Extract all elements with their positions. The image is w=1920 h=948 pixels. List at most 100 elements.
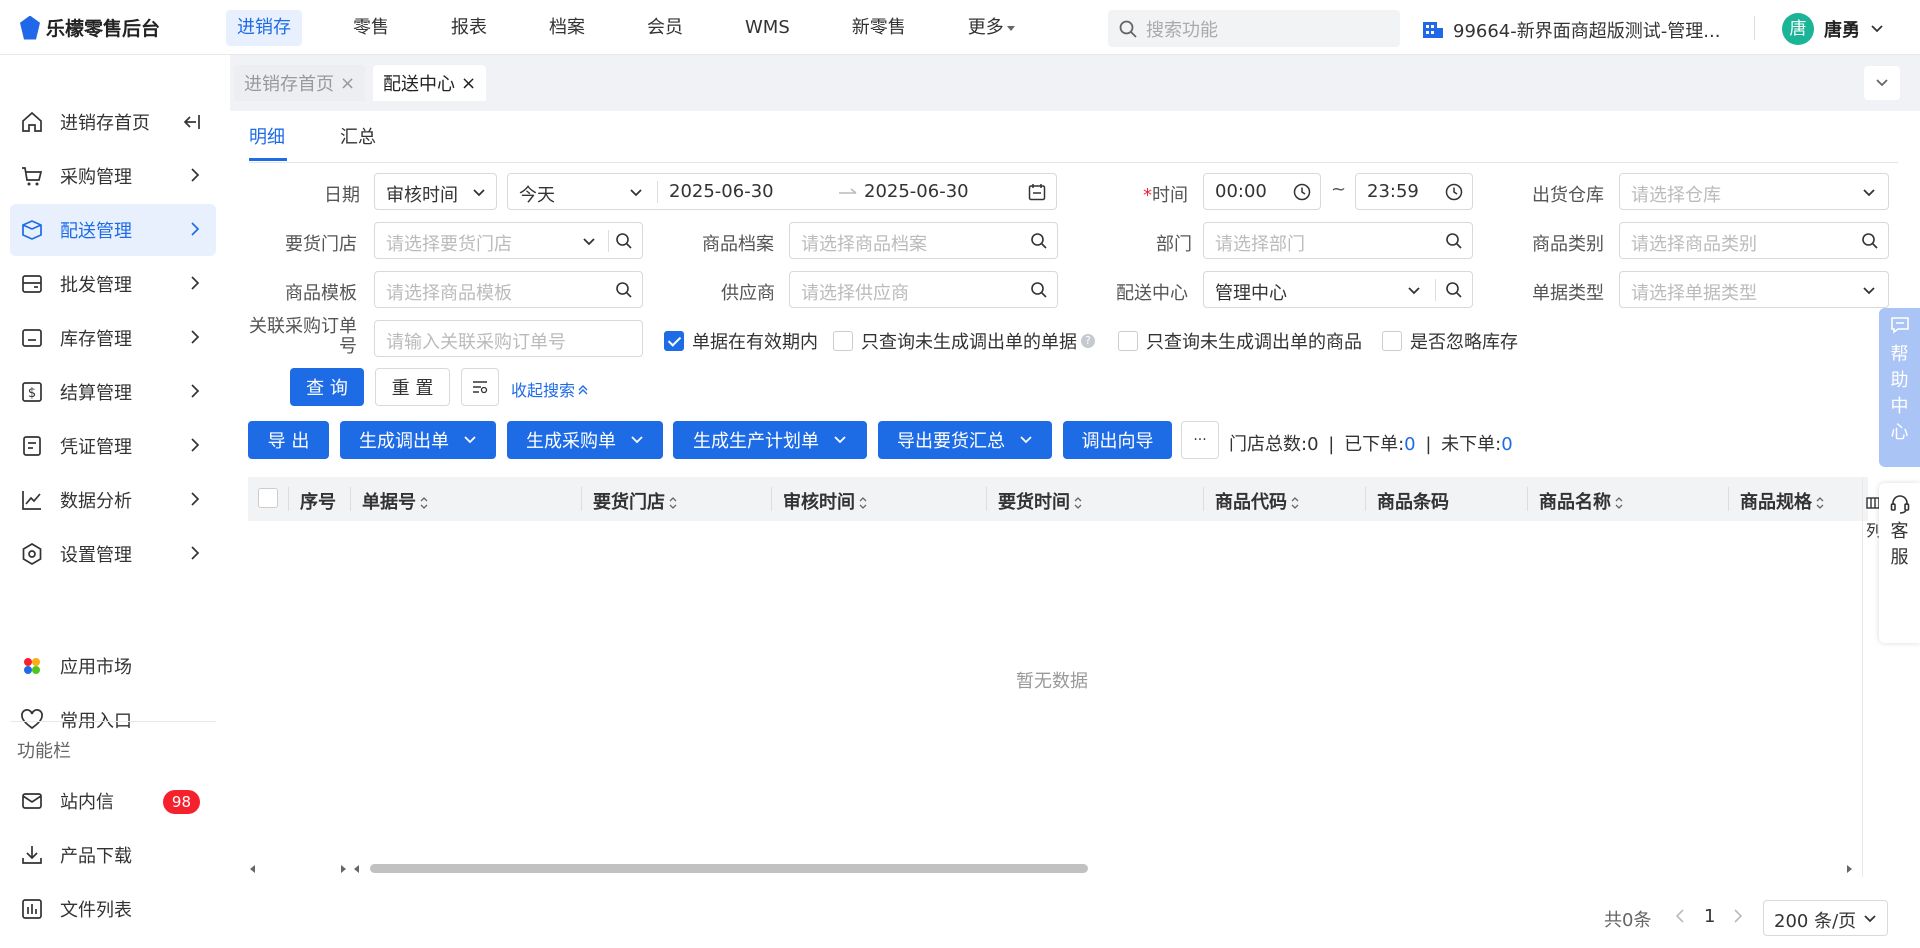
- top-nav-item[interactable]: 报表: [440, 10, 498, 46]
- query-button[interactable]: 查 询: [290, 368, 364, 406]
- top-nav-more[interactable]: 更多: [957, 10, 1026, 46]
- top-nav-item[interactable]: 会员: [636, 10, 694, 46]
- horizontal-scrollbar[interactable]: [248, 861, 1860, 875]
- top-nav-item[interactable]: 零售: [342, 10, 400, 46]
- top-nav-item[interactable]: 档案: [538, 10, 596, 46]
- top-nav-item[interactable]: WMS: [734, 10, 801, 46]
- time-end-field[interactable]: 23:59: [1355, 173, 1473, 210]
- date-end[interactable]: 2025-06-30: [864, 181, 969, 202]
- column-header-sortable[interactable]: 要货时间: [998, 488, 1083, 514]
- prev-page-icon[interactable]: [1674, 908, 1686, 924]
- select-all-checkbox[interactable]: [258, 488, 278, 508]
- date-range-field[interactable]: 今天 2025-06-30 2025-06-30: [507, 173, 1057, 210]
- time-start-field[interactable]: 00:00: [1203, 173, 1321, 210]
- user-menu[interactable]: 唐 唐勇: [1782, 13, 1884, 45]
- doctype-select[interactable]: 请选择单据类型: [1619, 271, 1889, 308]
- app-logo[interactable]: 乐檬零售后台: [20, 14, 160, 41]
- column-header-sortable[interactable]: 商品代码: [1215, 488, 1300, 514]
- date-type-select[interactable]: 审核时间: [374, 173, 497, 210]
- scroll-right-icon[interactable]: [1844, 864, 1854, 874]
- tabs-dropdown-button[interactable]: [1864, 66, 1900, 100]
- export-button[interactable]: 导 出: [248, 421, 329, 459]
- scroll-left-icon[interactable]: [352, 864, 362, 874]
- page-size-select[interactable]: 200 条/页: [1763, 900, 1888, 936]
- create-purchase-button[interactable]: 生成采购单: [507, 421, 663, 459]
- search-icon[interactable]: [1445, 232, 1463, 250]
- tab-home[interactable]: 进销存首页 ×: [234, 65, 366, 101]
- sidebar-item-home[interactable]: 进销存首页: [10, 96, 216, 148]
- help-icon[interactable]: ?: [1081, 334, 1095, 348]
- date-range-preset[interactable]: 今天: [519, 181, 555, 207]
- tab-distribution-center[interactable]: 配送中心 ×: [373, 65, 487, 101]
- sidebar-item-messages[interactable]: 站内信 98: [10, 775, 216, 827]
- sidebar-item-settings[interactable]: 设置管理: [10, 528, 216, 580]
- center-select[interactable]: 管理中心: [1203, 271, 1473, 308]
- date-start[interactable]: 2025-06-30: [669, 181, 774, 202]
- search-icon[interactable]: [1030, 281, 1048, 299]
- scroll-right-icon[interactable]: [338, 864, 348, 874]
- more-actions-button[interactable]: ···: [1181, 421, 1219, 459]
- sidebar-item-files[interactable]: 文件列表: [10, 883, 216, 935]
- column-header-sortable[interactable]: 商品名称: [1539, 488, 1624, 514]
- subtab-detail[interactable]: 明细: [249, 123, 285, 149]
- scroll-left-icon[interactable]: [248, 864, 258, 874]
- dept-select[interactable]: 请选择部门: [1203, 222, 1473, 259]
- template-select[interactable]: 请选择商品模板: [374, 271, 643, 308]
- export-request-summary-button[interactable]: 导出要货汇总: [878, 421, 1052, 459]
- reset-button[interactable]: 重 置: [375, 368, 450, 406]
- subtab-summary[interactable]: 汇总: [340, 123, 376, 149]
- checkbox[interactable]: [1382, 331, 1402, 351]
- po-number-input[interactable]: 请输入关联采购订单号: [374, 320, 643, 357]
- sidebar-item-analytics[interactable]: 数据分析: [10, 474, 216, 526]
- next-page-icon[interactable]: [1732, 908, 1744, 924]
- check-no-transfer-goods[interactable]: 只查询未生成调出单的商品: [1118, 328, 1362, 354]
- product-select[interactable]: 请选择商品档案: [789, 222, 1058, 259]
- sidebar-item-voucher[interactable]: 凭证管理: [10, 420, 216, 472]
- collapse-sidebar-icon[interactable]: [182, 113, 202, 131]
- check-valid-period[interactable]: 单据在有效期内: [664, 328, 818, 354]
- create-production-plan-button[interactable]: 生成生产计划单: [673, 421, 867, 459]
- search-icon[interactable]: [615, 281, 633, 299]
- scroll-thumb[interactable]: [370, 864, 1088, 873]
- filter-settings-button[interactable]: [461, 368, 499, 406]
- po-placeholder: 请输入关联采购订单号: [386, 332, 566, 353]
- checkbox[interactable]: [833, 331, 853, 351]
- sidebar-item-distribution[interactable]: 配送管理: [10, 204, 216, 256]
- sidebar-item-wholesale[interactable]: 批发管理: [10, 258, 216, 310]
- search-icon[interactable]: [1445, 281, 1463, 299]
- sidebar-item-app-market[interactable]: 应用市场: [10, 640, 216, 692]
- customer-service-button[interactable]: 客服: [1879, 483, 1920, 643]
- store-select[interactable]: 请选择要货门店: [374, 222, 643, 259]
- check-no-transfer-docs[interactable]: 只查询未生成调出单的单据?: [833, 328, 1095, 354]
- column-header-sortable[interactable]: 审核时间: [783, 488, 868, 514]
- sidebar-item-purchase[interactable]: 采购管理: [10, 150, 216, 202]
- checkbox[interactable]: [1118, 331, 1138, 351]
- sort-icon: [1816, 497, 1824, 509]
- sidebar-item-settlement[interactable]: $ 结算管理: [10, 366, 216, 418]
- close-icon[interactable]: ×: [461, 73, 476, 94]
- column-settings-button[interactable]: 列: [1866, 492, 1882, 544]
- pager-current[interactable]: 1: [1704, 906, 1715, 927]
- sidebar-item-inventory[interactable]: 库存管理: [10, 312, 216, 364]
- category-select[interactable]: 请选择商品类别: [1619, 222, 1889, 259]
- warehouse-select[interactable]: 请选择仓库: [1619, 173, 1889, 210]
- transfer-wizard-button[interactable]: 调出向导: [1063, 421, 1172, 459]
- search-icon[interactable]: [1861, 232, 1879, 250]
- sidebar-item-download[interactable]: 产品下载: [10, 829, 216, 881]
- search-icon[interactable]: [1030, 232, 1048, 250]
- column-header-sortable[interactable]: 要货门店: [593, 488, 678, 514]
- search-icon[interactable]: [615, 232, 633, 250]
- create-transfer-button[interactable]: 生成调出单: [340, 421, 496, 459]
- store-selector[interactable]: 99664-新界面商超版测试-管理...: [1422, 17, 1720, 43]
- close-icon[interactable]: ×: [340, 73, 355, 94]
- top-nav-item[interactable]: 新零售: [841, 10, 917, 46]
- function-search-input[interactable]: 搜索功能: [1108, 10, 1400, 47]
- column-header-sortable[interactable]: 商品规格: [1740, 488, 1825, 514]
- collapse-search-link[interactable]: 收起搜索: [511, 377, 589, 401]
- supplier-select[interactable]: 请选择供应商: [789, 271, 1058, 308]
- check-ignore-stock[interactable]: 是否忽略库存: [1382, 328, 1518, 354]
- checkbox[interactable]: [664, 331, 684, 351]
- help-center-button[interactable]: 帮助中心: [1879, 308, 1920, 467]
- top-nav-item[interactable]: 进销存: [226, 10, 302, 46]
- column-header-sortable[interactable]: 单据号: [362, 488, 429, 514]
